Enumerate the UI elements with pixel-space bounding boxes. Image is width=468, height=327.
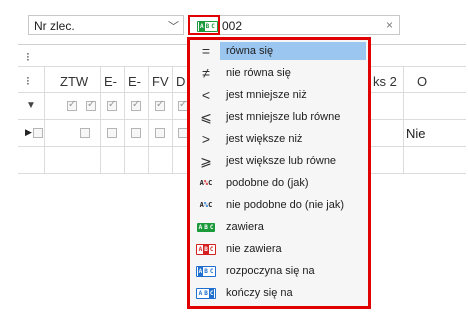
column-header-fv[interactable]: FV (152, 74, 169, 89)
operator-item-ends-with[interactable]: ABC kończy się na (192, 282, 366, 304)
field-select-value: Nr zlec. (34, 19, 75, 33)
contains-icon: ABC (197, 21, 218, 32)
grip-icon[interactable]: ⁝ (26, 74, 30, 88)
operator-item-like[interactable]: A%C podobne do (jak) (192, 172, 366, 194)
grip-icon[interactable]: ⁝ (26, 50, 30, 64)
operator-label: jest mniejsze lub równe (226, 111, 341, 123)
equals-icon: = (201, 43, 211, 59)
operator-label: nie zawiera (226, 243, 282, 255)
operator-label: jest większe niż (226, 133, 303, 145)
field-select[interactable]: Nr zlec. ﹀ (28, 15, 184, 35)
column-header-e2[interactable]: E- (128, 74, 141, 89)
greater-or-equal-icon: ⩾ (200, 152, 212, 169)
column-header-e1[interactable]: E- (104, 74, 117, 89)
chevron-down-icon[interactable]: ﹀ (168, 18, 179, 34)
filter-checkbox[interactable] (107, 99, 117, 111)
not-contains-icon: ABC (192, 243, 220, 255)
filter-value-input[interactable]: 002 × (220, 15, 400, 35)
operator-label: równa się (220, 42, 366, 60)
grid-divider (172, 66, 173, 173)
filter-row-icon[interactable]: ▼ (26, 100, 36, 111)
operator-item-less-than[interactable]: < jest mniejsze niż (192, 84, 366, 106)
operator-item-not-contains[interactable]: ABC nie zawiera (192, 238, 366, 260)
grid-divider (124, 66, 125, 173)
grid-divider (403, 66, 404, 173)
column-header-d[interactable]: D (176, 74, 185, 89)
filter-value-text: 002 (222, 19, 243, 33)
cell-checkbox[interactable] (80, 128, 90, 138)
operator-item-less-or-equal[interactable]: ⩽ jest mniejsze lub równe (192, 106, 366, 128)
operator-label: jest większe lub równe (226, 155, 337, 167)
ends-with-icon: ABC (192, 287, 220, 299)
operator-dropdown: = równa się ≠ nie równa się < jest mniej… (187, 37, 371, 309)
operator-item-greater-than[interactable]: > jest większe niż (192, 128, 366, 150)
filter-checkbox[interactable] (155, 99, 165, 111)
operator-label: kończy się na (226, 287, 293, 299)
clear-icon[interactable]: × (386, 18, 393, 32)
grid-divider (44, 66, 45, 173)
filter-checkbox[interactable] (67, 99, 77, 111)
less-than-icon: < (201, 87, 211, 103)
operator-item-not-equal[interactable]: ≠ nie równa się (192, 62, 366, 84)
operator-label: zawiera (226, 221, 264, 233)
less-or-equal-icon: ⩽ (200, 108, 212, 125)
cell-checkbox[interactable] (107, 128, 117, 138)
column-header-o[interactable]: O (417, 74, 427, 89)
operator-label: jest mniejsze niż (226, 89, 307, 101)
cell-value: Nie (406, 126, 426, 141)
contains-icon: ABC (196, 222, 216, 232)
column-header-ks2[interactable]: ks 2 (373, 74, 397, 89)
operator-item-contains[interactable]: ABC zawiera (192, 216, 366, 238)
operator-item-starts-with[interactable]: ABC rozpoczyna się na (192, 260, 366, 282)
filter-checkbox[interactable] (86, 99, 96, 111)
row-pointer-icon: ▶ (25, 127, 32, 137)
operator-item-greater-or-equal[interactable]: ⩾ jest większe lub równe (192, 150, 366, 172)
not-like-icon: A%C (199, 201, 213, 209)
cell-checkbox[interactable] (155, 128, 165, 138)
operator-label: rozpoczyna się na (226, 265, 315, 277)
operator-label: nie równa się (226, 67, 291, 79)
cell-checkbox[interactable] (131, 128, 141, 138)
grid-divider (148, 66, 149, 173)
row-select-checkbox[interactable] (33, 128, 43, 138)
starts-with-icon: ABC (192, 265, 220, 277)
operator-label: podobne do (jak) (226, 177, 309, 189)
operator-label: nie podobne do (nie jak) (226, 199, 345, 211)
not-equal-icon: ≠ (202, 65, 210, 81)
operator-button[interactable]: ABC (188, 15, 220, 35)
operator-item-not-like[interactable]: A%C nie podobne do (nie jak) (192, 194, 366, 216)
like-icon: A%C (199, 179, 213, 187)
greater-than-icon: > (201, 131, 211, 147)
column-header-ztw[interactable]: ZTW (60, 74, 88, 89)
operator-item-equals[interactable]: = równa się (192, 40, 366, 62)
filter-checkbox[interactable] (131, 99, 141, 111)
grid-divider (100, 66, 101, 173)
